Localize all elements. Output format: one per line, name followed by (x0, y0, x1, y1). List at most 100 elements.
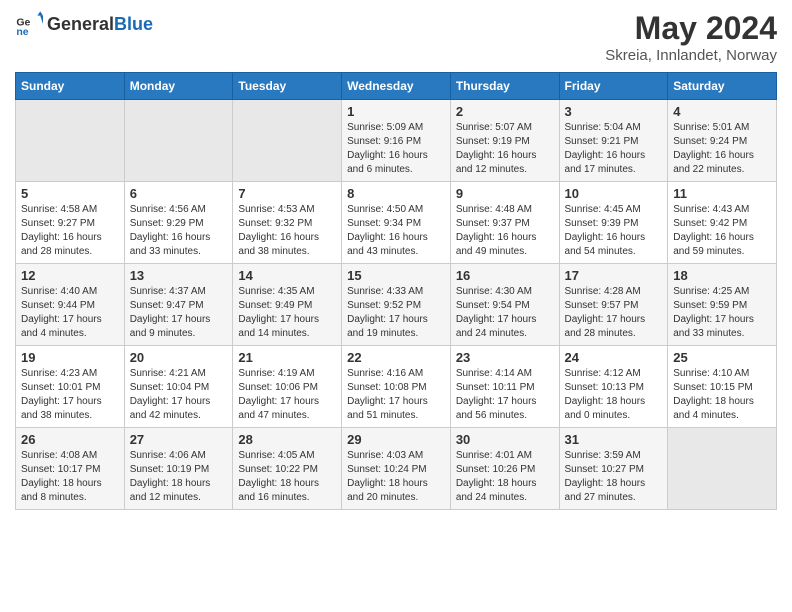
calendar-cell: 30 Sunrise: 4:01 AM Sunset: 10:26 PM Dayl… (450, 428, 559, 510)
day-number: 5 (21, 186, 119, 201)
day-number: 13 (130, 268, 228, 283)
day-info: Sunrise: 4:58 AM Sunset: 9:27 PM Dayligh… (21, 203, 119, 259)
day-number: 14 (238, 268, 336, 283)
calendar-cell: 24 Sunrise: 4:12 AM Sunset: 10:13 PM Dayl… (559, 346, 668, 428)
day-info: Sunrise: 5:07 AM Sunset: 9:19 PM Dayligh… (456, 121, 554, 177)
calendar-cell: 11Sunrise: 4:43 AM Sunset: 9:42 PM Dayli… (668, 182, 777, 264)
logo: Ge ne GeneralBlue (15, 10, 153, 38)
calendar-cell: 12 Sunrise: 4:40 AM Sunset: 9:44 PM Dayli… (16, 264, 125, 346)
calendar-cell (16, 100, 125, 182)
calendar-cell: 5 Sunrise: 4:58 AM Sunset: 9:27 PM Daylig… (16, 182, 125, 264)
calendar-cell: 9 Sunrise: 4:48 AM Sunset: 9:37 PM Daylig… (450, 182, 559, 264)
calendar-cell (233, 100, 342, 182)
day-info: Sunrise: 4:06 AM Sunset: 10:19 PM Daylig… (130, 449, 228, 505)
calendar-cell: 3 Sunrise: 5:04 AM Sunset: 9:21 PM Daylig… (559, 100, 668, 182)
day-number: 6 (130, 186, 228, 201)
calendar-cell: 2Sunrise: 5:07 AM Sunset: 9:19 PM Daylig… (450, 100, 559, 182)
logo-blue: Blue (114, 14, 153, 34)
day-info: Sunrise: 4:12 AM Sunset: 10:13 PM Daylig… (565, 367, 663, 423)
weekday-header-row: SundayMondayTuesdayWednesdayThursdayFrid… (16, 73, 777, 100)
calendar-cell: 26 Sunrise: 4:08 AM Sunset: 10:17 PM Dayl… (16, 428, 125, 510)
calendar-cell (668, 428, 777, 510)
calendar-week-row: 1 Sunrise: 5:09 AM Sunset: 9:16 PM Daylig… (16, 100, 777, 182)
day-info: Sunrise: 4:33 AM Sunset: 9:52 PM Dayligh… (347, 285, 445, 341)
svg-text:ne: ne (16, 26, 28, 38)
calendar-table: SundayMondayTuesdayWednesdayThursdayFrid… (15, 72, 777, 510)
calendar-cell: 1 Sunrise: 5:09 AM Sunset: 9:16 PM Daylig… (342, 100, 451, 182)
calendar-cell: 15Sunrise: 4:33 AM Sunset: 9:52 PM Dayli… (342, 264, 451, 346)
day-number: 18 (673, 268, 771, 283)
day-info: Sunrise: 4:01 AM Sunset: 10:26 PM Daylig… (456, 449, 554, 505)
title-block: May 2024 Skreia, Innlandet, Norway (605, 10, 777, 64)
calendar-cell: 6 Sunrise: 4:56 AM Sunset: 9:29 PM Daylig… (124, 182, 233, 264)
day-info: Sunrise: 4:37 AM Sunset: 9:47 PM Dayligh… (130, 285, 228, 341)
day-info: Sunrise: 4:53 AM Sunset: 9:32 PM Dayligh… (238, 203, 336, 259)
weekday-header-sunday: Sunday (16, 73, 125, 100)
day-info: Sunrise: 4:19 AM Sunset: 10:06 PM Daylig… (238, 367, 336, 423)
day-info: Sunrise: 4:23 AM Sunset: 10:01 PM Daylig… (21, 367, 119, 423)
day-number: 31 (565, 432, 663, 447)
day-number: 29 (347, 432, 445, 447)
logo-general: General (47, 14, 114, 34)
calendar-cell: 10 Sunrise: 4:45 AM Sunset: 9:39 PM Dayli… (559, 182, 668, 264)
day-number: 1 (347, 104, 445, 119)
calendar-cell: 21 Sunrise: 4:19 AM Sunset: 10:06 PM Dayl… (233, 346, 342, 428)
logo-text: GeneralBlue (47, 14, 153, 35)
day-number: 30 (456, 432, 554, 447)
day-info: Sunrise: 4:48 AM Sunset: 9:37 PM Dayligh… (456, 203, 554, 259)
page-header: Ge ne GeneralBlue May 2024 Skreia, Innla… (15, 10, 777, 64)
day-info: Sunrise: 4:50 AM Sunset: 9:34 PM Dayligh… (347, 203, 445, 259)
calendar-cell: 16Sunrise: 4:30 AM Sunset: 9:54 PM Dayli… (450, 264, 559, 346)
calendar-cell: 29 Sunrise: 4:03 AM Sunset: 10:24 PM Dayl… (342, 428, 451, 510)
day-info: Sunrise: 5:01 AM Sunset: 9:24 PM Dayligh… (673, 121, 771, 177)
day-number: 25 (673, 350, 771, 365)
calendar-cell (124, 100, 233, 182)
day-number: 19 (21, 350, 119, 365)
day-info: Sunrise: 4:08 AM Sunset: 10:17 PM Daylig… (21, 449, 119, 505)
day-info: Sunrise: 4:14 AM Sunset: 10:11 PM Daylig… (456, 367, 554, 423)
day-number: 7 (238, 186, 336, 201)
day-info: Sunrise: 4:56 AM Sunset: 9:29 PM Dayligh… (130, 203, 228, 259)
day-number: 8 (347, 186, 445, 201)
weekday-header-monday: Monday (124, 73, 233, 100)
calendar-cell: 25 Sunrise: 4:10 AM Sunset: 10:15 PM Dayl… (668, 346, 777, 428)
calendar-cell: 31Sunrise: 3:59 AM Sunset: 10:27 PM Dayl… (559, 428, 668, 510)
day-info: Sunrise: 4:03 AM Sunset: 10:24 PM Daylig… (347, 449, 445, 505)
day-number: 24 (565, 350, 663, 365)
day-number: 26 (21, 432, 119, 447)
calendar-week-row: 12 Sunrise: 4:40 AM Sunset: 9:44 PM Dayli… (16, 264, 777, 346)
calendar-cell: 23 Sunrise: 4:14 AM Sunset: 10:11 PM Dayl… (450, 346, 559, 428)
logo-icon: Ge ne (15, 10, 43, 38)
day-number: 4 (673, 104, 771, 119)
calendar-week-row: 19 Sunrise: 4:23 AM Sunset: 10:01 PM Dayl… (16, 346, 777, 428)
weekday-header-saturday: Saturday (668, 73, 777, 100)
day-info: Sunrise: 4:05 AM Sunset: 10:22 PM Daylig… (238, 449, 336, 505)
day-number: 9 (456, 186, 554, 201)
day-info: Sunrise: 5:09 AM Sunset: 9:16 PM Dayligh… (347, 121, 445, 177)
day-number: 16 (456, 268, 554, 283)
calendar-cell: 27 Sunrise: 4:06 AM Sunset: 10:19 PM Dayl… (124, 428, 233, 510)
calendar-cell: 8 Sunrise: 4:50 AM Sunset: 9:34 PM Daylig… (342, 182, 451, 264)
calendar-cell: 4 Sunrise: 5:01 AM Sunset: 9:24 PM Daylig… (668, 100, 777, 182)
calendar-cell: 7 Sunrise: 4:53 AM Sunset: 9:32 PM Daylig… (233, 182, 342, 264)
calendar-cell: 19 Sunrise: 4:23 AM Sunset: 10:01 PM Dayl… (16, 346, 125, 428)
day-info: Sunrise: 4:40 AM Sunset: 9:44 PM Dayligh… (21, 285, 119, 341)
day-number: 21 (238, 350, 336, 365)
calendar-cell: 13 Sunrise: 4:37 AM Sunset: 9:47 PM Dayli… (124, 264, 233, 346)
weekday-header-wednesday: Wednesday (342, 73, 451, 100)
calendar-cell: 20Sunrise: 4:21 AM Sunset: 10:04 PM Dayl… (124, 346, 233, 428)
day-info: Sunrise: 4:10 AM Sunset: 10:15 PM Daylig… (673, 367, 771, 423)
day-number: 27 (130, 432, 228, 447)
day-number: 17 (565, 268, 663, 283)
day-number: 12 (21, 268, 119, 283)
weekday-header-tuesday: Tuesday (233, 73, 342, 100)
calendar-week-row: 26 Sunrise: 4:08 AM Sunset: 10:17 PM Dayl… (16, 428, 777, 510)
day-number: 20 (130, 350, 228, 365)
day-number: 23 (456, 350, 554, 365)
day-number: 3 (565, 104, 663, 119)
day-info: Sunrise: 4:45 AM Sunset: 9:39 PM Dayligh… (565, 203, 663, 259)
calendar-cell: 28Sunrise: 4:05 AM Sunset: 10:22 PM Dayl… (233, 428, 342, 510)
day-info: Sunrise: 5:04 AM Sunset: 9:21 PM Dayligh… (565, 121, 663, 177)
day-number: 10 (565, 186, 663, 201)
day-info: Sunrise: 4:25 AM Sunset: 9:59 PM Dayligh… (673, 285, 771, 341)
